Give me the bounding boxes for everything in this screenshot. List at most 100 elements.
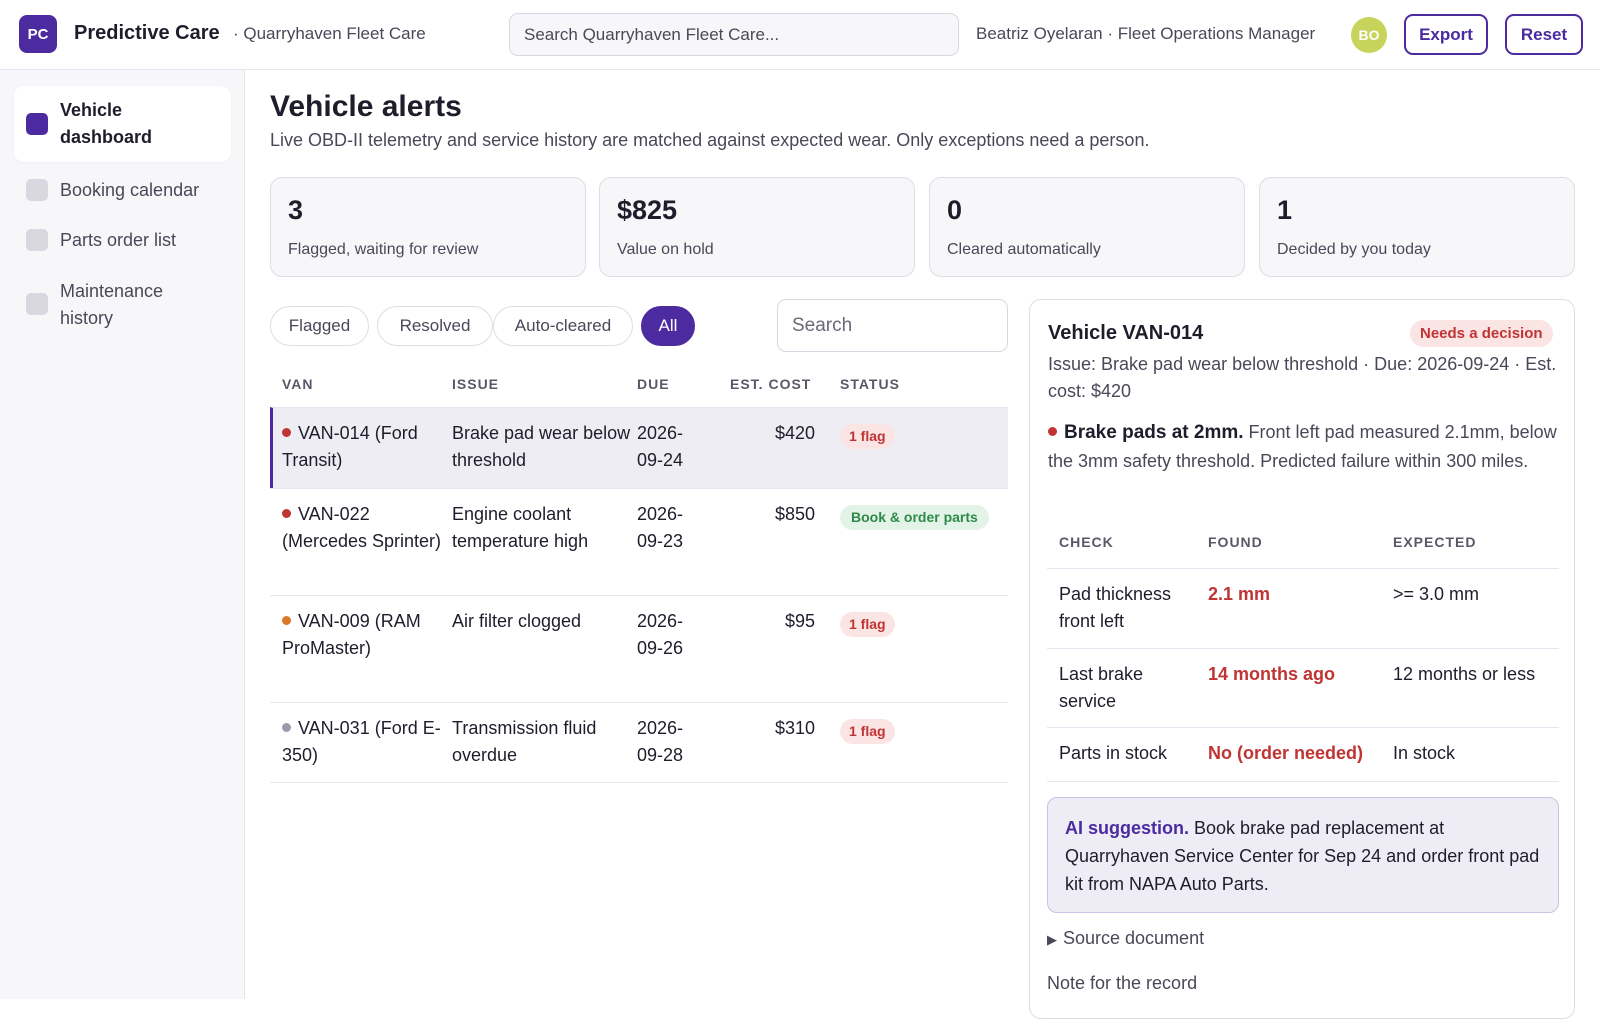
status-dot-icon [282, 509, 291, 518]
check-expected: In stock [1393, 743, 1456, 763]
check-expected: 12 months or less [1393, 664, 1536, 684]
sidebar-item-maintenance-history[interactable]: Maintenance history [14, 278, 231, 334]
list-search-input[interactable]: Search [777, 299, 1008, 352]
sidebar-item-label: Maintenance history [60, 281, 164, 328]
avatar[interactable]: BO [1351, 17, 1387, 53]
org-name: · Quarryhaven Fleet Care [233, 24, 426, 43]
column-header-van[interactable]: VAN [282, 376, 314, 392]
kpi-value: 0 [947, 195, 963, 225]
sidebar-item-label: Parts order list [60, 230, 177, 250]
issue-cell: Engine coolant temperature high [452, 504, 589, 551]
column-header-est-cost[interactable]: EST. COST [730, 376, 811, 392]
kpi-label: Cleared automatically [947, 241, 1101, 258]
table-row[interactable]: VAN-022 (Mercedes Sprinter) Engine coola… [270, 488, 1008, 595]
column-header-found: FOUND [1208, 534, 1263, 550]
note-label: Note for the record [1047, 973, 1198, 993]
kpi-label: Flagged, waiting for review [288, 241, 479, 258]
cost-cell: $95 [784, 611, 815, 631]
filter-all[interactable]: All [641, 306, 695, 346]
list-icon [26, 229, 48, 251]
issue-cell: Transmission fluid overdue [452, 718, 597, 765]
status-badge: 1 flag [840, 612, 895, 637]
van-cell: VAN-009 (RAM ProMaster) [282, 608, 442, 662]
check-row: Last brake service 14 months ago 12 mont… [1047, 648, 1559, 727]
check-name: Last brake service [1059, 664, 1144, 711]
sidebar: Vehicle dashboard Booking calendar Parts… [0, 70, 245, 999]
kpi-card-value-on-hold: $825 Value on hold [599, 177, 915, 277]
sidebar-item-vehicle-dashboard[interactable]: Vehicle dashboard [14, 86, 231, 162]
column-header-status[interactable]: STATUS [840, 376, 900, 392]
due-cell: 2026-09-28 [637, 718, 684, 765]
status-dot-icon [282, 616, 291, 625]
disclosure-triangle-icon: ▶ [1047, 932, 1057, 947]
table-row[interactable]: VAN-031 (Ford E-350) Transmission fluid … [270, 702, 1008, 782]
status-dot-icon [282, 428, 291, 437]
cost-cell: $310 [774, 718, 815, 738]
kpi-card-decided: 1 Decided by you today [1259, 177, 1575, 277]
check-found: 2.1 mm [1208, 584, 1271, 604]
issue-cell: Brake pad wear below threshold [452, 423, 631, 470]
kpi-label: Value on hold [617, 241, 714, 258]
page-subtitle: Live OBD-II telemetry and service histor… [270, 130, 1150, 150]
global-search-input[interactable]: Search Quarryhaven Fleet Care... [509, 13, 959, 56]
detail-headline: Brake pads at 2mm. [1064, 422, 1244, 443]
check-name: Pad thickness front left [1059, 584, 1172, 631]
filter-auto-cleared[interactable]: Auto-cleared [493, 306, 633, 346]
status-dot-icon [282, 723, 291, 732]
van-name: VAN-031 (Ford E-350) [282, 718, 441, 765]
sidebar-item-parts-order-list[interactable]: Parts order list [14, 227, 231, 267]
van-cell: VAN-031 (Ford E-350) [282, 715, 442, 769]
check-found: 14 months ago [1208, 664, 1336, 684]
check-expected: >= 3.0 mm [1393, 584, 1480, 604]
due-cell: 2026-09-23 [637, 504, 684, 551]
due-cell: 2026-09-24 [637, 423, 684, 470]
status-badge: Book & order parts [840, 505, 989, 530]
van-cell: VAN-022 (Mercedes Sprinter) [282, 501, 442, 555]
due-cell: 2026-09-26 [637, 611, 684, 658]
kpi-value: 1 [1277, 195, 1293, 225]
check-row: Parts in stock No (order needed) In stoc… [1047, 727, 1559, 781]
sidebar-item-label: Vehicle dashboard [60, 100, 153, 147]
kpi-card-flagged: 3 Flagged, waiting for review [270, 177, 586, 277]
reset-button[interactable]: Reset [1505, 14, 1583, 55]
page-title: Vehicle alerts [270, 90, 462, 123]
filter-resolved[interactable]: Resolved [377, 306, 493, 346]
user-name: Beatriz Oyelaran · Fleet Operations Mana… [976, 24, 1316, 43]
filter-flagged[interactable]: Flagged [270, 306, 369, 346]
ai-suggestion: AI suggestion. Book brake pad replacemen… [1047, 797, 1559, 913]
column-header-due[interactable]: DUE [637, 376, 670, 392]
check-row: Pad thickness front left 2.1 mm >= 3.0 m… [1047, 568, 1559, 648]
van-name: VAN-009 (RAM ProMaster) [282, 611, 421, 658]
column-header-check: CHECK [1059, 534, 1114, 550]
table-row[interactable]: VAN-014 (Ford Transit) Brake pad wear be… [270, 407, 1008, 488]
cost-cell: $850 [774, 504, 815, 524]
ai-suggestion-heading: AI suggestion. [1065, 818, 1190, 838]
sidebar-item-booking-calendar[interactable]: Booking calendar [14, 177, 231, 217]
kpi-value: 3 [288, 195, 304, 225]
source-document-label: Source document [1063, 928, 1205, 948]
kpi-value: $825 [617, 195, 678, 225]
column-header-expected: EXPECTED [1393, 534, 1477, 550]
checks-divider [1047, 781, 1559, 782]
table-header: VAN ISSUE DUE EST. COST STATUS [270, 370, 1008, 408]
export-button[interactable]: Export [1404, 14, 1488, 55]
sidebar-item-label: Booking calendar [60, 180, 200, 200]
top-bar: PC Predictive Care · Quarryhaven Fleet C… [0, 0, 1600, 70]
detail-meta: Issue: Brake pad wear below threshold · … [1048, 354, 1557, 401]
app-logo: PC [19, 15, 57, 53]
check-found: No (order needed) [1208, 743, 1364, 763]
kpi-card-cleared: 0 Cleared automatically [929, 177, 1245, 277]
status-badge: Needs a decision [1410, 320, 1553, 347]
source-document-toggle[interactable]: ▶ Source document [1047, 928, 1204, 949]
van-name: VAN-022 (Mercedes Sprinter) [282, 504, 442, 551]
history-icon [26, 293, 48, 315]
brand-name: Predictive Care [74, 22, 220, 44]
cost-cell: $420 [774, 423, 815, 443]
table-row[interactable]: VAN-009 (RAM ProMaster) Air filter clogg… [270, 595, 1008, 702]
van-name: VAN-014 (Ford Transit) [282, 423, 418, 470]
column-header-issue[interactable]: ISSUE [452, 376, 499, 392]
calendar-icon [26, 179, 48, 201]
table-divider [270, 782, 1008, 783]
alert-dot-icon [1048, 427, 1057, 436]
checks-header: CHECK FOUND EXPECTED [1047, 521, 1559, 561]
